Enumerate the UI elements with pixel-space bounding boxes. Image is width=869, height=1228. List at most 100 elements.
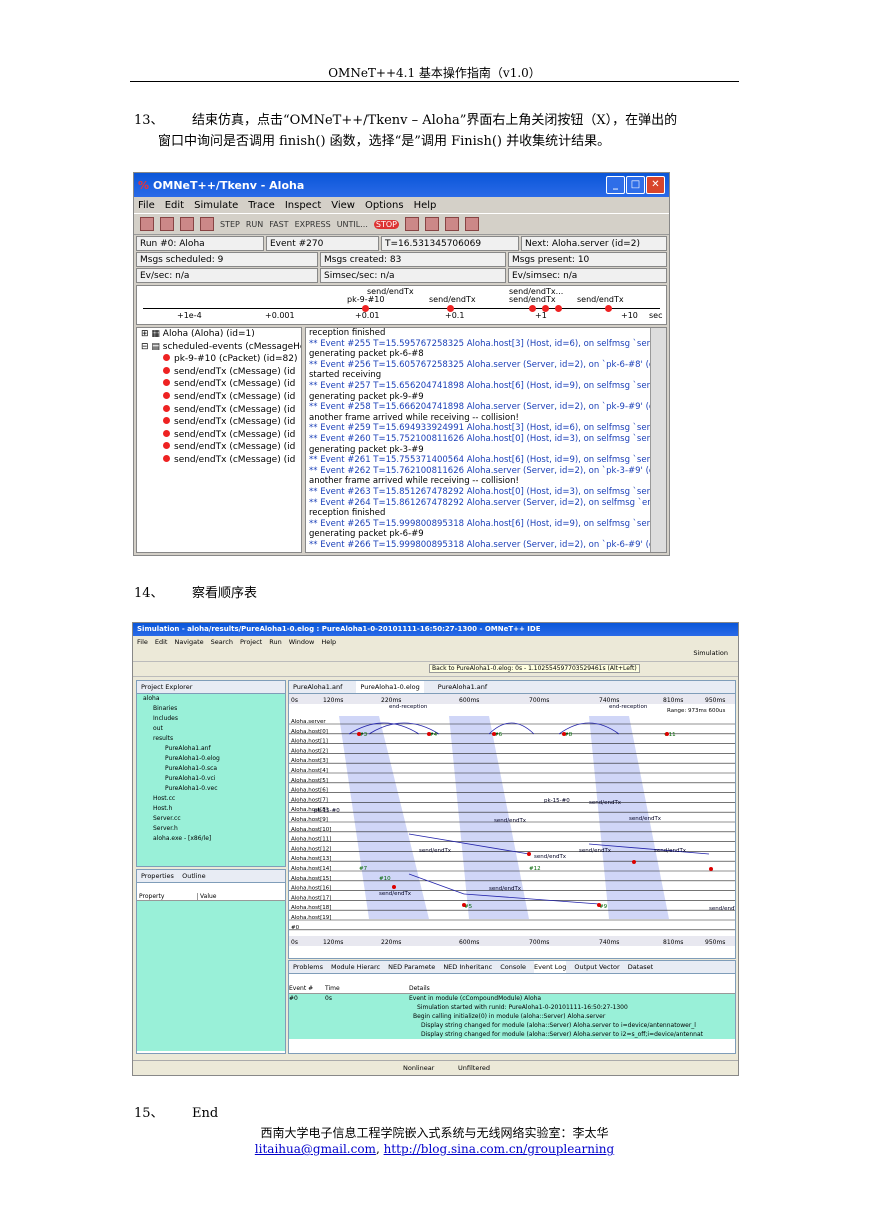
bottom-tab[interactable]: Dataset [628, 961, 653, 973]
explorer-item[interactable]: Host.h [143, 804, 285, 814]
network-icon[interactable] [160, 217, 174, 231]
explorer-tree[interactable]: aloha Binaries Includes out results PureAloha… [137, 694, 285, 866]
log-line: ** Event #260 T=15.752100811626 Aloha.ho… [309, 433, 667, 444]
minimize-button[interactable]: _ [606, 176, 625, 194]
explorer-item[interactable]: PureAloha1-0.elog [143, 754, 285, 764]
menu-help[interactable]: Help [321, 638, 336, 646]
project-explorer: Project Explorer aloha Binaries Includes ou… [136, 680, 286, 867]
explorer-item[interactable]: PureAloha1-0.sca [143, 764, 285, 774]
menu-search[interactable]: Search [211, 638, 233, 646]
load-icon[interactable] [180, 217, 194, 231]
tree-node-message[interactable]: send/endTx (cMessage) (id [137, 454, 301, 467]
bottom-tab[interactable]: NED Paramete [388, 961, 435, 973]
menu-edit[interactable]: Edit [155, 638, 168, 646]
new-run-icon[interactable] [140, 217, 154, 231]
axis-label: Aloha.host[9] [291, 817, 328, 823]
explorer-item[interactable]: aloha.exe - [x86/le] [143, 834, 285, 844]
menu-inspect[interactable]: Inspect [285, 200, 321, 211]
explorer-item[interactable]: Server.h [143, 824, 285, 834]
tree-node-message[interactable]: send/endTx (cMessage) (id [137, 441, 301, 454]
event-log-row[interactable]: Begin calling initialize(0) in module (a… [289, 1012, 735, 1021]
menu-edit[interactable]: Edit [165, 200, 184, 211]
tab-properties[interactable]: Properties [141, 872, 174, 880]
event-log-row[interactable]: Display string changed for module (aloha… [289, 1030, 735, 1039]
tab-anf-2[interactable]: PureAloha1.anf [438, 681, 487, 693]
menu-options[interactable]: Options [365, 200, 404, 211]
explorer-item[interactable]: aloha [143, 694, 285, 704]
menu-project[interactable]: Project [240, 638, 262, 646]
explorer-item[interactable]: Includes [143, 714, 285, 724]
stop-button[interactable]: STOP [373, 219, 399, 229]
tree-node-message[interactable]: send/endTx (cMessage) (id [137, 416, 301, 429]
menu-run[interactable]: Run [269, 638, 281, 646]
event-timeline[interactable]: send/endTx pk-9-#10 send/endTx send/endT… [136, 285, 667, 325]
maximize-button[interactable]: □ [626, 176, 645, 194]
log-line: ** Event #264 T=15.861267478292 Aloha.se… [309, 497, 667, 508]
menu-window[interactable]: Window [289, 638, 315, 646]
until-button[interactable]: UNTIL... [337, 220, 368, 229]
tree-node-message[interactable]: send/endTx (cMessage) (id [137, 366, 301, 379]
event-log-table[interactable]: Event # Time Details #0 0s Event in module… [289, 984, 735, 1039]
col-event: Event # [289, 985, 314, 992]
bottom-tab[interactable]: NED Inheritanc [443, 961, 492, 973]
explorer-item[interactable]: Server.cc [143, 814, 285, 824]
event-log-row[interactable]: Display string changed for module (aloha… [289, 1021, 735, 1030]
bottom-tab[interactable]: Event Log [534, 961, 567, 973]
explorer-item[interactable]: Host.cc [143, 794, 285, 804]
tree-node-aloha[interactable]: ⊞ ▦ Aloha (Aloha) (id=1) [137, 328, 301, 341]
menu-file[interactable]: File [138, 200, 155, 211]
fast-button[interactable]: FAST [269, 220, 288, 229]
log-scrollbar[interactable] [650, 328, 666, 552]
log-line: ** Event #265 T=15.999800895318 Aloha.ho… [309, 518, 667, 529]
event-log-row[interactable]: Simulation started with runId: PureAloha… [289, 1003, 735, 1012]
tree-node-message[interactable]: send/endTx (cMessage) (id [137, 429, 301, 442]
footer-email-link[interactable]: litaihua@gmail.com [255, 1142, 376, 1156]
menu-file[interactable]: File [137, 638, 148, 646]
bottom-tab[interactable]: Module Hierarc [331, 961, 380, 973]
menu-view[interactable]: View [331, 200, 355, 211]
save-icon[interactable] [200, 217, 214, 231]
tree-node-message[interactable]: send/endTx (cMessage) (id [137, 391, 301, 404]
event-marker[interactable] [605, 305, 612, 312]
timeline-icon[interactable] [444, 217, 459, 231]
options-icon[interactable] [464, 217, 479, 231]
close-button[interactable]: ✕ [646, 176, 665, 194]
express-button[interactable]: EXPRESS [295, 220, 331, 229]
explorer-item[interactable]: results [143, 734, 285, 744]
footer-blog-link[interactable]: http://blog.sina.com.cn/grouplearning [384, 1142, 615, 1156]
menu-help[interactable]: Help [414, 200, 437, 211]
bottom-tab[interactable]: Console [500, 961, 526, 973]
explorer-item[interactable]: Binaries [143, 704, 285, 714]
bottom-tab[interactable]: Output Vector [574, 961, 619, 973]
explorer-item[interactable]: PureAloha1-0.vci [143, 774, 285, 784]
tree-icon[interactable] [424, 217, 439, 231]
run-button[interactable]: RUN [246, 220, 263, 229]
find-icon[interactable] [404, 217, 419, 231]
explorer-item[interactable]: PureAloha1-0.vec [143, 784, 285, 794]
menu-simulate[interactable]: Simulate [194, 200, 238, 211]
bottom-tab[interactable]: Problems [293, 961, 323, 973]
event-marker [562, 732, 566, 736]
sequence-label: #7 [359, 866, 368, 872]
tab-elog[interactable]: PureAloha1-0.elog [356, 681, 424, 693]
step-button[interactable]: STEP [220, 220, 240, 229]
tree-node-message[interactable]: pk-9-#10 (cPacket) (id=82) [137, 353, 301, 366]
tree-node-message[interactable]: send/endTx (cMessage) (id [137, 378, 301, 391]
menu-navigate[interactable]: Navigate [174, 638, 203, 646]
event-log-text[interactable]: reception finished ** Event #255 T=15.595… [305, 327, 667, 553]
sequence-chart[interactable]: 0s 0s 120ms 120ms 220ms 220ms 600ms 600ms 700ms 7… [289, 694, 735, 957]
object-tree[interactable]: ⊞ ▦ Aloha (Aloha) (id=1) ⊟ ▤ scheduled-e… [136, 327, 302, 553]
log-line: ** Event #262 T=15.762100811626 Aloha.se… [309, 465, 667, 476]
tab-project-explorer[interactable]: Project Explorer [137, 681, 285, 694]
perspective-simulation[interactable]: Simulation [693, 649, 728, 657]
step-14: 14、 察看顺序表 [134, 582, 257, 601]
tree-node-scheduled[interactable]: ⊟ ▤ scheduled-events (cMessageHe [137, 341, 301, 354]
tab-outline[interactable]: Outline [182, 872, 206, 880]
tab-anf[interactable]: PureAloha1.anf [293, 681, 342, 693]
menu-trace[interactable]: Trace [248, 200, 275, 211]
explorer-item[interactable]: PureAloha1.anf [143, 744, 285, 754]
tree-node-message[interactable]: send/endTx (cMessage) (id [137, 404, 301, 417]
event-marker[interactable] [555, 305, 562, 312]
event-log-row[interactable]: #0 0s Event in module (cCompoundModule) Al… [289, 994, 735, 1003]
explorer-item[interactable]: out [143, 724, 285, 734]
